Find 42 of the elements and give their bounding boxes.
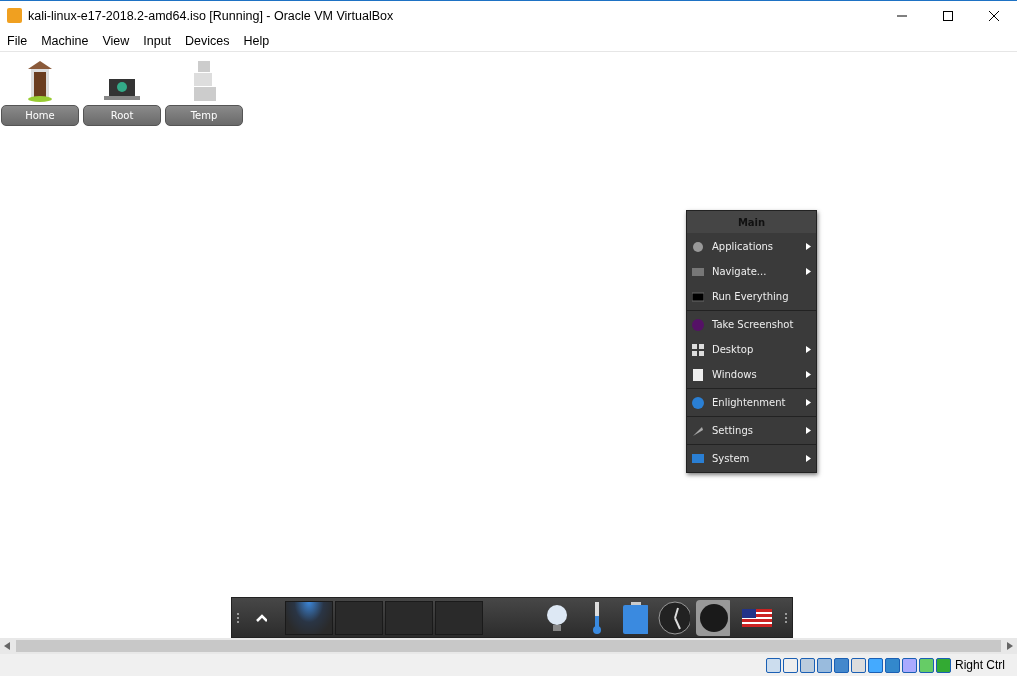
maximize-icon [943, 10, 953, 21]
clock-icon[interactable] [657, 600, 690, 635]
terminal-icon [692, 290, 704, 303]
menu-entry[interactable]: Enlightenment [687, 390, 816, 415]
menu-entry[interactable]: Applications [687, 234, 816, 259]
menu-item[interactable]: File [0, 33, 35, 48]
window-icon [692, 368, 704, 381]
laptop-globe-icon [102, 77, 142, 103]
chevron-up-icon[interactable] [255, 613, 268, 622]
horizontal-scrollbar[interactable] [0, 638, 1017, 654]
menu-entry[interactable]: Settings [687, 418, 816, 443]
monitor-icon [692, 452, 704, 465]
scroll-right-icon[interactable] [1007, 642, 1013, 650]
flag-icon[interactable] [741, 608, 773, 627]
grid-icon [692, 343, 704, 356]
menu-entry[interactable]: Navigate... [687, 259, 816, 284]
menu-entry[interactable]: Desktop [687, 337, 816, 362]
menu-item[interactable]: Machine [34, 33, 96, 48]
window-title: kali-linux-e17-2018.2-amd64.iso [Running] - Oracle VM VirtualBox [28, 8, 395, 23]
menu-entry[interactable]: Take Screenshot [687, 312, 816, 337]
speaker-icon[interactable] [695, 599, 730, 636]
close-icon [989, 10, 999, 21]
handle-icon[interactable] [784, 611, 788, 624]
door-house-icon [25, 59, 55, 103]
scroll-left-icon[interactable] [4, 642, 10, 650]
lightbulb-icon[interactable] [544, 603, 568, 632]
menu-entry[interactable]: System [687, 446, 816, 471]
thermometer-icon[interactable] [593, 601, 601, 634]
menu-item[interactable]: Devices [178, 33, 237, 48]
host-key-label: Right Ctrl [955, 658, 1005, 672]
desktop-icon-label[interactable]: Root [83, 105, 161, 126]
menu-entry[interactable]: Run Everything [687, 284, 816, 309]
desktop-icon-label[interactable]: Home [1, 105, 79, 126]
desk-preview[interactable] [285, 600, 334, 635]
menu-item[interactable]: Input [136, 33, 179, 48]
menu-item[interactable]: Help [236, 33, 277, 48]
app-icon [7, 8, 22, 23]
battery-icon[interactable] [622, 601, 648, 634]
desktop-icon-label[interactable]: Temp [165, 105, 243, 126]
handle-icon[interactable] [236, 611, 240, 624]
menu-entry[interactable]: Windows [687, 362, 816, 387]
menu-item[interactable]: View [95, 33, 137, 48]
